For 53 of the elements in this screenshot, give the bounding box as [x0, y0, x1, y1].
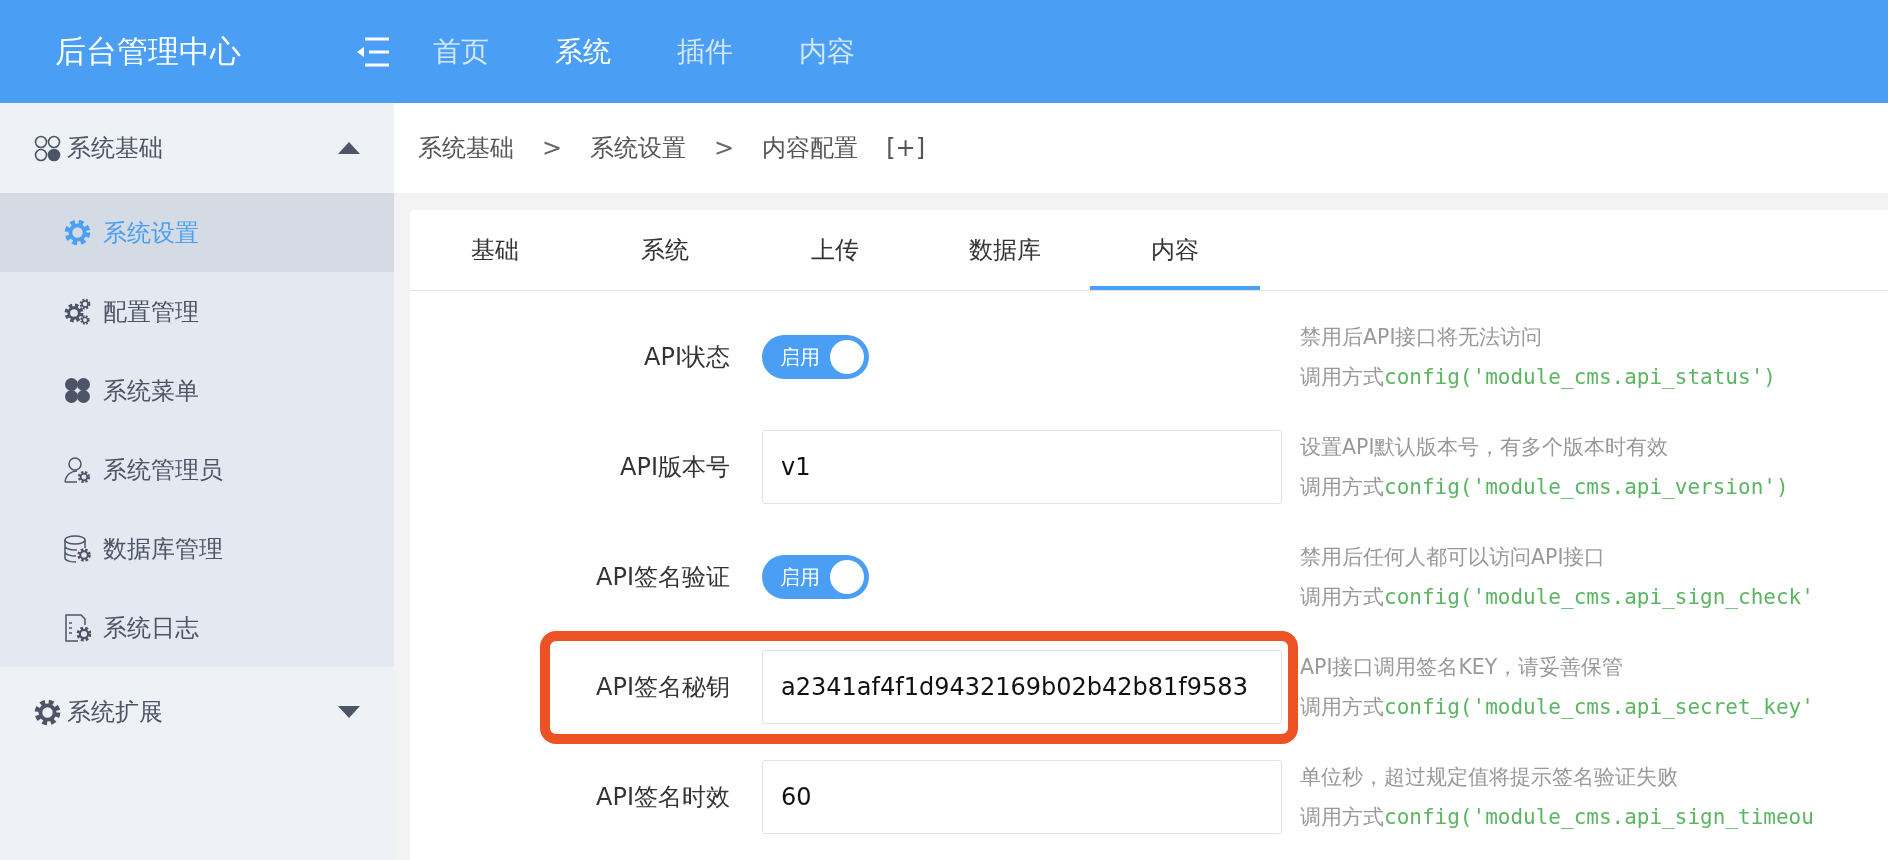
breadcrumb-item[interactable]: 内容配置	[762, 132, 859, 164]
menu-item[interactable]: 数据库管理	[0, 509, 394, 588]
code-snippet: config('module_cms.api_sign_check'	[1384, 585, 1814, 609]
menu-item[interactable]: 系统菜单	[0, 351, 394, 430]
breadcrumb-item[interactable]: 系统设置	[590, 132, 687, 164]
help-text: 调用方式	[1300, 365, 1384, 389]
gear-icon	[34, 698, 61, 726]
text-input-field[interactable]: a2341af4f1d9432169b02b42b81f9583	[762, 650, 1282, 724]
settings-tab[interactable]: 数据库	[920, 210, 1090, 290]
breadcrumb-item[interactable]: 系统基础	[418, 132, 514, 164]
field-label: API签名验证	[595, 562, 730, 593]
menu-item[interactable]: 系统管理员	[0, 430, 394, 509]
text-input-field[interactable]: v1	[762, 430, 1282, 504]
field-label: API签名秘钥	[595, 672, 730, 703]
code-snippet: config('module_cms.api_sign_timeou	[1384, 805, 1814, 829]
caret-down-icon	[338, 706, 360, 718]
help-text: 单位秒，超过规定值将提示签名验证失败	[1300, 764, 1678, 791]
help-text: 调用方式	[1300, 805, 1384, 829]
settings-tab[interactable]: 内容	[1090, 210, 1260, 290]
help-text: API接口调用签名KEY，请妥善保管	[1300, 654, 1624, 681]
field-label: API状态	[643, 342, 730, 373]
text-input-field[interactable]: 60	[762, 760, 1282, 834]
gear-icon	[64, 219, 91, 246]
help-text: 禁用后API接口将无法访问	[1300, 324, 1543, 351]
caret-up-icon	[338, 142, 360, 154]
gears-icon	[64, 298, 91, 325]
help-text: 禁用后任何人都可以访问API接口	[1300, 544, 1606, 571]
help-text: 调用方式	[1300, 475, 1384, 499]
breadcrumb-separator: >	[714, 134, 735, 162]
breadcrumb-separator: >	[542, 134, 563, 162]
database-gear-icon	[64, 534, 91, 563]
circles-icon	[34, 134, 61, 162]
help-text: 调用方式	[1300, 585, 1384, 609]
menu-item[interactable]: 系统日志	[0, 588, 394, 667]
document-gear-icon	[64, 613, 91, 642]
settings-tab[interactable]: 基础	[410, 210, 580, 290]
menu-group-header[interactable]: 系统扩展	[0, 667, 394, 757]
user-gear-icon	[64, 456, 91, 483]
menu-toggle-icon[interactable]	[355, 36, 391, 67]
menu-group-header[interactable]: 系统基础	[0, 103, 394, 193]
field-label: API签名时效	[595, 782, 730, 813]
add-tab-button[interactable]: [+]	[886, 134, 926, 162]
help-text: 调用方式	[1300, 695, 1384, 719]
menu-item[interactable]: 配置管理	[0, 272, 394, 351]
petals-icon	[64, 377, 91, 404]
settings-tab[interactable]: 系统	[580, 210, 750, 290]
code-snippet: config('module_cms.api_version')	[1384, 475, 1789, 499]
code-snippet: config('module_cms.api_secret_key'	[1384, 695, 1814, 719]
settings-tab[interactable]: 上传	[750, 210, 920, 290]
app-title: 后台管理中心	[55, 31, 242, 71]
help-text: 设置API默认版本号，有多个版本时有效	[1300, 434, 1669, 461]
code-snippet: config('module_cms.api_status')	[1384, 365, 1776, 389]
field-label: API版本号	[619, 452, 730, 483]
